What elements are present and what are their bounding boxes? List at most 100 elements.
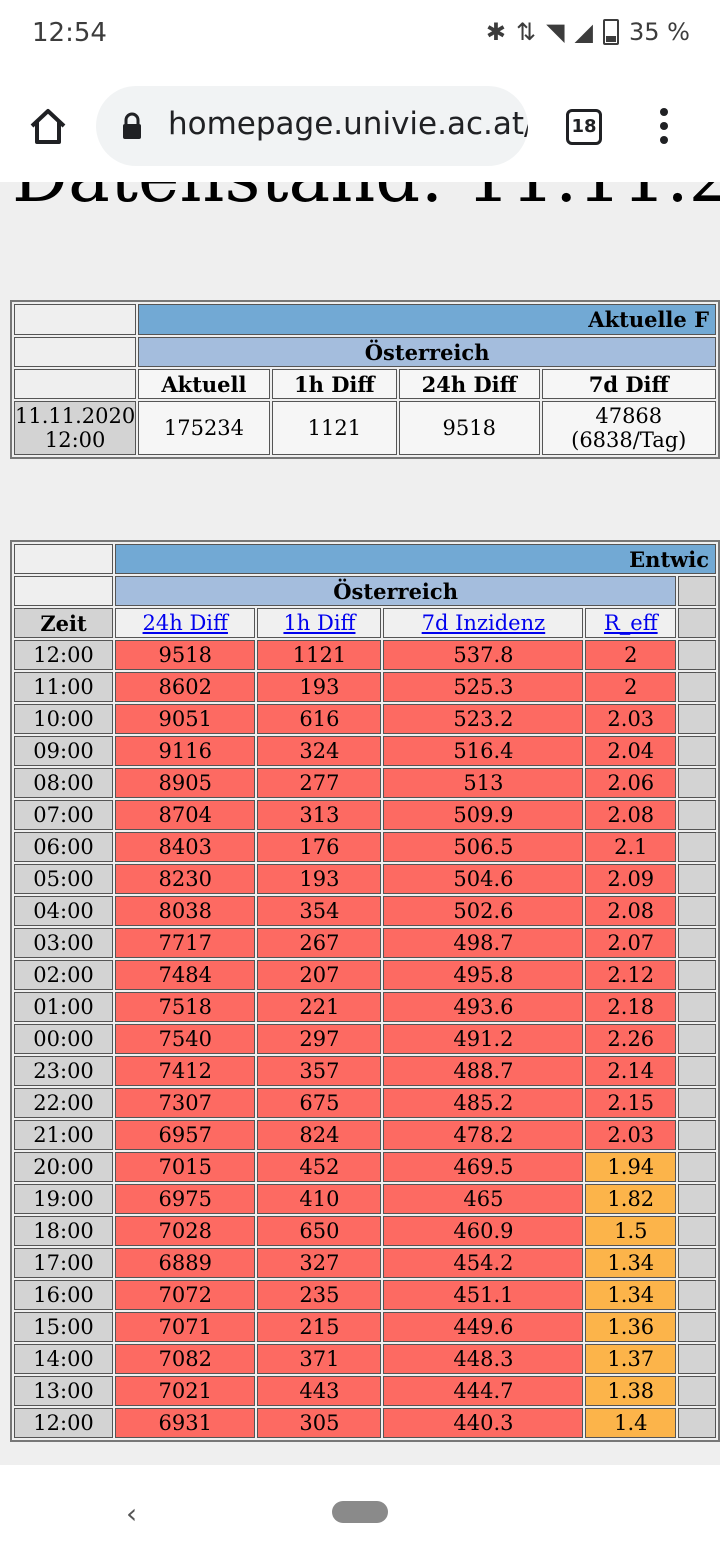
- home-icon[interactable]: [26, 104, 70, 148]
- col-7d-inzidenz-link[interactable]: 7d Inzidenz: [383, 608, 584, 638]
- overflow-menu-icon[interactable]: [656, 108, 672, 148]
- back-icon[interactable]: ‹: [126, 1497, 146, 1530]
- address-bar[interactable]: homepage.univie.ac.at/a: [96, 86, 528, 166]
- row-7d-inzidenz: 465: [383, 1184, 584, 1214]
- row-reff: 2.08: [585, 800, 677, 830]
- summary-24h: 9518: [399, 401, 540, 455]
- row-1h-diff: 193: [257, 864, 382, 894]
- row-24h-diff: 7484: [115, 960, 256, 990]
- summary-7d-per-day: (6838/Tag): [571, 428, 687, 452]
- row-time: 00:00: [14, 1024, 114, 1054]
- row-next: [678, 864, 716, 894]
- row-reff: 2.06: [585, 768, 677, 798]
- row-7d-inzidenz: 504.6: [383, 864, 584, 894]
- browser-toolbar: homepage.univie.ac.at/a 18: [0, 72, 720, 182]
- row-next: [678, 1024, 716, 1054]
- row-7d-inzidenz: 502.6: [383, 896, 584, 926]
- empty-cell: [14, 337, 137, 367]
- history-region: Österreich: [115, 576, 677, 606]
- tab-switcher-button[interactable]: 18: [566, 109, 602, 145]
- row-next: [678, 672, 716, 702]
- row-7d-inzidenz: 493.6: [383, 992, 584, 1022]
- row-24h-diff: 6975: [115, 1184, 256, 1214]
- history-table: Entwic Österreich Zeit 24h Diff 1h Diff …: [10, 540, 720, 1442]
- row-reff: 2.1: [585, 832, 677, 862]
- table-row: 04:00 8038 354 502.6 2.08: [14, 896, 716, 926]
- signal-icon: ◢: [574, 18, 594, 46]
- row-next: [678, 704, 716, 734]
- row-24h-diff: 7028: [115, 1216, 256, 1246]
- col-24h-diff-link[interactable]: 24h Diff: [115, 608, 256, 638]
- row-24h-diff: 6931: [115, 1408, 256, 1438]
- row-time: 10:00: [14, 704, 114, 734]
- row-time: 19:00: [14, 1184, 114, 1214]
- col-reff-link[interactable]: R_eff: [585, 608, 677, 638]
- table-row: 01:00 7518 221 493.6 2.18: [14, 992, 716, 1022]
- row-reff: 2.15: [585, 1088, 677, 1118]
- home-pill[interactable]: [332, 1501, 388, 1523]
- system-nav-bar: ‹: [0, 1465, 720, 1560]
- row-24h-diff: 7540: [115, 1024, 256, 1054]
- row-7d-inzidenz: 516.4: [383, 736, 584, 766]
- wifi-icon: ◥: [546, 18, 565, 46]
- row-next: [678, 928, 716, 958]
- row-24h-diff: 8403: [115, 832, 256, 862]
- table-row: 08:00 8905 277 513 2.06: [14, 768, 716, 798]
- table-row: 00:00 7540 297 491.2 2.26: [14, 1024, 716, 1054]
- col-7d-diff: 7d Diff: [541, 369, 716, 399]
- col-1h-diff-link[interactable]: 1h Diff: [257, 608, 382, 638]
- col-next: [678, 608, 716, 638]
- row-24h-diff: 7307: [115, 1088, 256, 1118]
- row-24h-diff: 8704: [115, 800, 256, 830]
- row-1h-diff: 221: [257, 992, 382, 1022]
- row-next: [678, 992, 716, 1022]
- table-row: 11:00 8602 193 525.3 2: [14, 672, 716, 702]
- row-7d-inzidenz: 537.8: [383, 640, 584, 670]
- row-time: 16:00: [14, 1280, 114, 1310]
- row-7d-inzidenz: 460.9: [383, 1216, 584, 1246]
- row-7d-inzidenz: 444.7: [383, 1376, 584, 1406]
- row-1h-diff: 443: [257, 1376, 382, 1406]
- row-next: [678, 1184, 716, 1214]
- data-arrows-icon: ⇅: [515, 18, 537, 46]
- row-24h-diff: 8230: [115, 864, 256, 894]
- table-row: 18:00 7028 650 460.9 1.5: [14, 1216, 716, 1246]
- row-reff: 2.18: [585, 992, 677, 1022]
- history-region-next: [678, 576, 716, 606]
- sort-1h-diff-link[interactable]: 1h Diff: [283, 611, 355, 635]
- row-time: 13:00: [14, 1376, 114, 1406]
- table-row: 02:00 7484 207 495.8 2.12: [14, 960, 716, 990]
- row-24h-diff: 6957: [115, 1120, 256, 1150]
- row-next: [678, 640, 716, 670]
- row-1h-diff: 235: [257, 1280, 382, 1310]
- table-row: 09:00 9116 324 516.4 2.04: [14, 736, 716, 766]
- row-reff: 2.07: [585, 928, 677, 958]
- row-time: 23:00: [14, 1056, 114, 1086]
- col-1h-diff: 1h Diff: [271, 369, 398, 399]
- table-row: 17:00 6889 327 454.2 1.34: [14, 1248, 716, 1278]
- row-24h-diff: 7082: [115, 1344, 256, 1374]
- table-row: 15:00 7071 215 449.6 1.36: [14, 1312, 716, 1342]
- summary-table: Aktuelle F Österreich Aktuell 1h Diff 24…: [10, 300, 720, 459]
- row-24h-diff: 7071: [115, 1312, 256, 1342]
- row-1h-diff: 305: [257, 1408, 382, 1438]
- row-time: 11:00: [14, 672, 114, 702]
- row-reff: 1.5: [585, 1216, 677, 1246]
- page-content: Datenstand: 11.11.2020; Aktuelle F Öster…: [0, 0, 720, 1465]
- col-zeit: Zeit: [14, 608, 114, 638]
- row-7d-inzidenz: 498.7: [383, 928, 584, 958]
- sort-24h-diff-link[interactable]: 24h Diff: [143, 611, 228, 635]
- sort-reff-link[interactable]: R_eff: [604, 611, 658, 635]
- row-next: [678, 1120, 716, 1150]
- row-time: 21:00: [14, 1120, 114, 1150]
- lock-icon: [123, 112, 141, 139]
- summary-aktuell: 175234: [138, 401, 270, 455]
- sort-7d-inzidenz-link[interactable]: 7d Inzidenz: [422, 611, 546, 635]
- row-7d-inzidenz: 454.2: [383, 1248, 584, 1278]
- row-reff: 2.08: [585, 896, 677, 926]
- row-reff: 1.38: [585, 1376, 677, 1406]
- row-1h-diff: 215: [257, 1312, 382, 1342]
- row-next: [678, 1376, 716, 1406]
- bluetooth-icon: ✱: [485, 18, 506, 46]
- table-row: 21:00 6957 824 478.2 2.03: [14, 1120, 716, 1150]
